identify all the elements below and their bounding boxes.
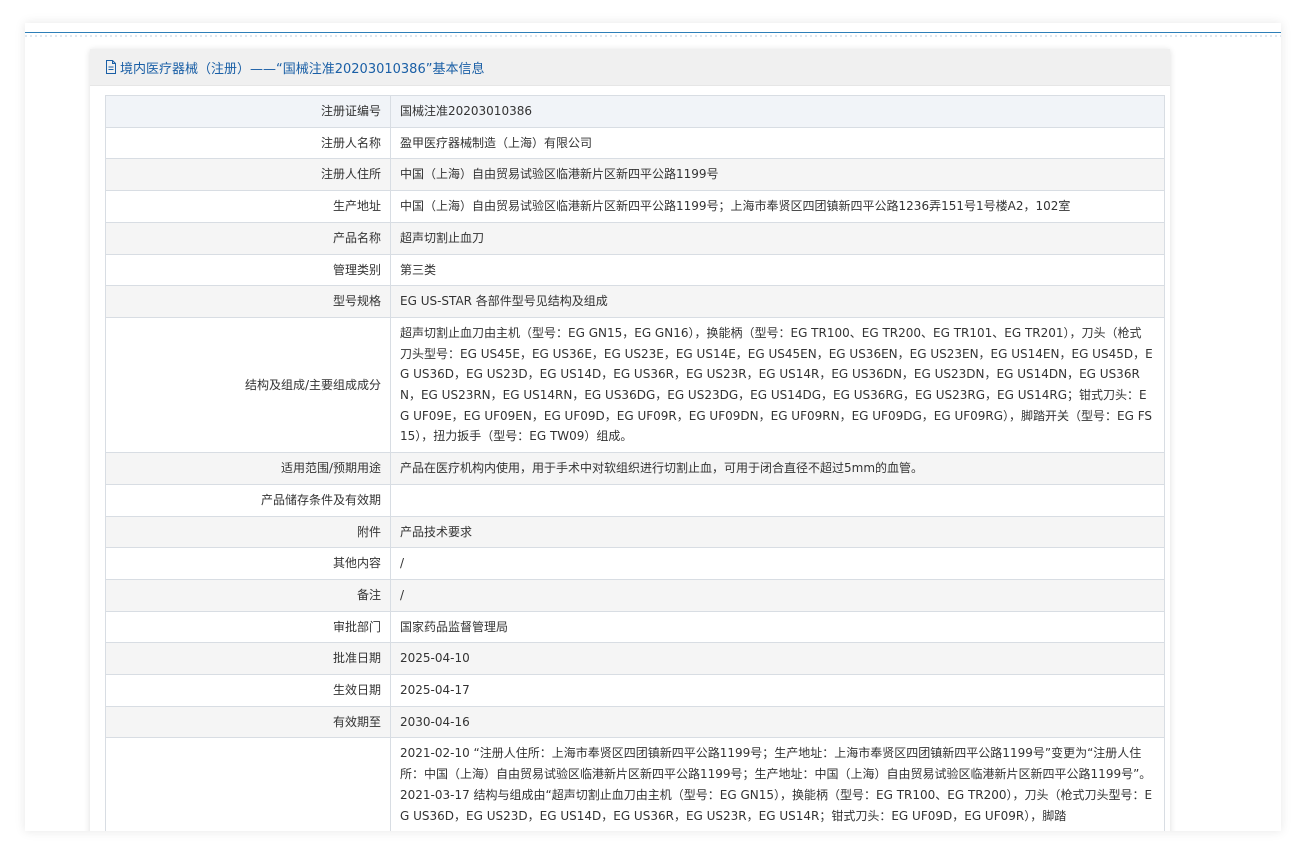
top-divider — [25, 32, 1281, 33]
row-value: 2021-02-10 “注册人住所：上海市奉贤区四团镇新四平公路1199号；生产… — [390, 737, 1165, 831]
row-value: 2030-04-16 — [390, 705, 1165, 739]
row-value: 第三类 — [390, 253, 1165, 287]
table-row: 备注 / — [105, 578, 1165, 612]
row-label: 产品名称 — [105, 221, 391, 255]
row-value: 超声切割止血刀由主机（型号：EG GN15，EG GN16），换能柄（型号：EG… — [390, 316, 1165, 454]
row-label: 审批部门 — [105, 610, 391, 644]
table-row: 管理类别 第三类 — [105, 253, 1165, 287]
row-label — [105, 737, 391, 831]
row-label: 生效日期 — [105, 674, 391, 707]
card-title: 境内医疗器械（注册）——“国械注准20203010386”基本信息 — [120, 61, 485, 77]
table-row: 型号规格 EG US-STAR 各部件型号见结构及组成 — [105, 285, 1165, 318]
row-label: 结构及组成/主要组成成分 — [105, 316, 391, 454]
row-label: 批准日期 — [105, 642, 391, 676]
table-row: 注册人住所 中国（上海）自由贸易试验区临港新片区新四平公路1199号 — [105, 158, 1165, 192]
row-label: 有效期至 — [105, 705, 391, 739]
table-row: 适用范围/预期用途 产品在医疗机构内使用，用于手术中对软组织进行切割止血，可用于闭… — [105, 452, 1165, 485]
row-label: 其他内容 — [105, 547, 391, 580]
row-value: 国家药品监督管理局 — [390, 610, 1165, 644]
row-value: 中国（上海）自由贸易试验区临港新片区新四平公路1199号；上海市奉贤区四团镇新四… — [390, 190, 1165, 223]
table-row: 注册证编号 国械注准20203010386 — [105, 95, 1165, 128]
row-value: 2025-04-10 — [390, 642, 1165, 676]
row-value: 超声切割止血刀 — [390, 221, 1165, 255]
table-row: 2021-02-10 “注册人住所：上海市奉贤区四团镇新四平公路1199号；生产… — [105, 737, 1165, 831]
table-row: 产品名称 超声切割止血刀 — [105, 221, 1165, 255]
card-header: 境内医疗器械（注册）——“国械注准20203010386”基本信息 — [90, 49, 1170, 86]
table-row: 结构及组成/主要组成成分 超声切割止血刀由主机（型号：EG GN15，EG GN1… — [105, 316, 1165, 454]
table-row: 产品储存条件及有效期 — [105, 483, 1165, 517]
table-row: 生产地址 中国（上海）自由贸易试验区临港新片区新四平公路1199号；上海市奉贤区四… — [105, 190, 1165, 223]
row-value: 2025-04-17 — [390, 674, 1165, 707]
table-row: 批准日期 2025-04-10 — [105, 642, 1165, 676]
dotted-divider — [25, 35, 1281, 37]
row-label: 注册人名称 — [105, 126, 391, 160]
info-table-body: 注册证编号 国械注准20203010386 注册人名称 盈甲医疗器械制造（上海）有限公… — [105, 95, 1165, 831]
row-value: 盈甲医疗器械制造（上海）有限公司 — [390, 126, 1165, 160]
row-value: 中国（上海）自由贸易试验区临港新片区新四平公路1199号 — [390, 158, 1165, 192]
row-value — [390, 483, 1165, 517]
row-label: 管理类别 — [105, 253, 391, 287]
page-frame: 境内医疗器械（注册）——“国械注准20203010386”基本信息 注册证编号国… — [25, 23, 1281, 831]
row-label: 附件 — [105, 515, 391, 549]
row-label: 产品储存条件及有效期 — [105, 483, 391, 517]
row-label: 适用范围/预期用途 — [105, 452, 391, 485]
document-icon — [106, 60, 116, 74]
row-label: 注册证编号 — [105, 95, 391, 128]
row-label: 生产地址 — [105, 190, 391, 223]
table-row: 有效期至 2030-04-16 — [105, 705, 1165, 739]
table-row: 审批部门 国家药品监督管理局 — [105, 610, 1165, 644]
info-card: 境内医疗器械（注册）——“国械注准20203010386”基本信息 注册证编号国… — [90, 49, 1170, 831]
table-row: 附件 产品技术要求 — [105, 515, 1165, 549]
row-label: 备注 — [105, 578, 391, 612]
table-row: 其他内容 / — [105, 547, 1165, 580]
table-row: 生效日期 2025-04-17 — [105, 674, 1165, 707]
row-value: 产品技术要求 — [390, 515, 1165, 549]
row-label: 型号规格 — [105, 285, 391, 318]
row-value: EG US-STAR 各部件型号见结构及组成 — [390, 285, 1165, 318]
row-label: 注册人住所 — [105, 158, 391, 192]
row-value: / — [390, 547, 1165, 580]
row-value: / — [390, 578, 1165, 612]
row-value: 产品在医疗机构内使用，用于手术中对软组织进行切割止血，可用于闭合直径不超过5mm… — [390, 452, 1165, 485]
info-table: 注册证编号 国械注准20203010386 注册人名称 盈甲医疗器械制造（上海）有限公… — [105, 95, 1165, 831]
table-row: 注册人名称 盈甲医疗器械制造（上海）有限公司 — [105, 126, 1165, 160]
row-value: 国械注准20203010386 — [390, 95, 1165, 128]
